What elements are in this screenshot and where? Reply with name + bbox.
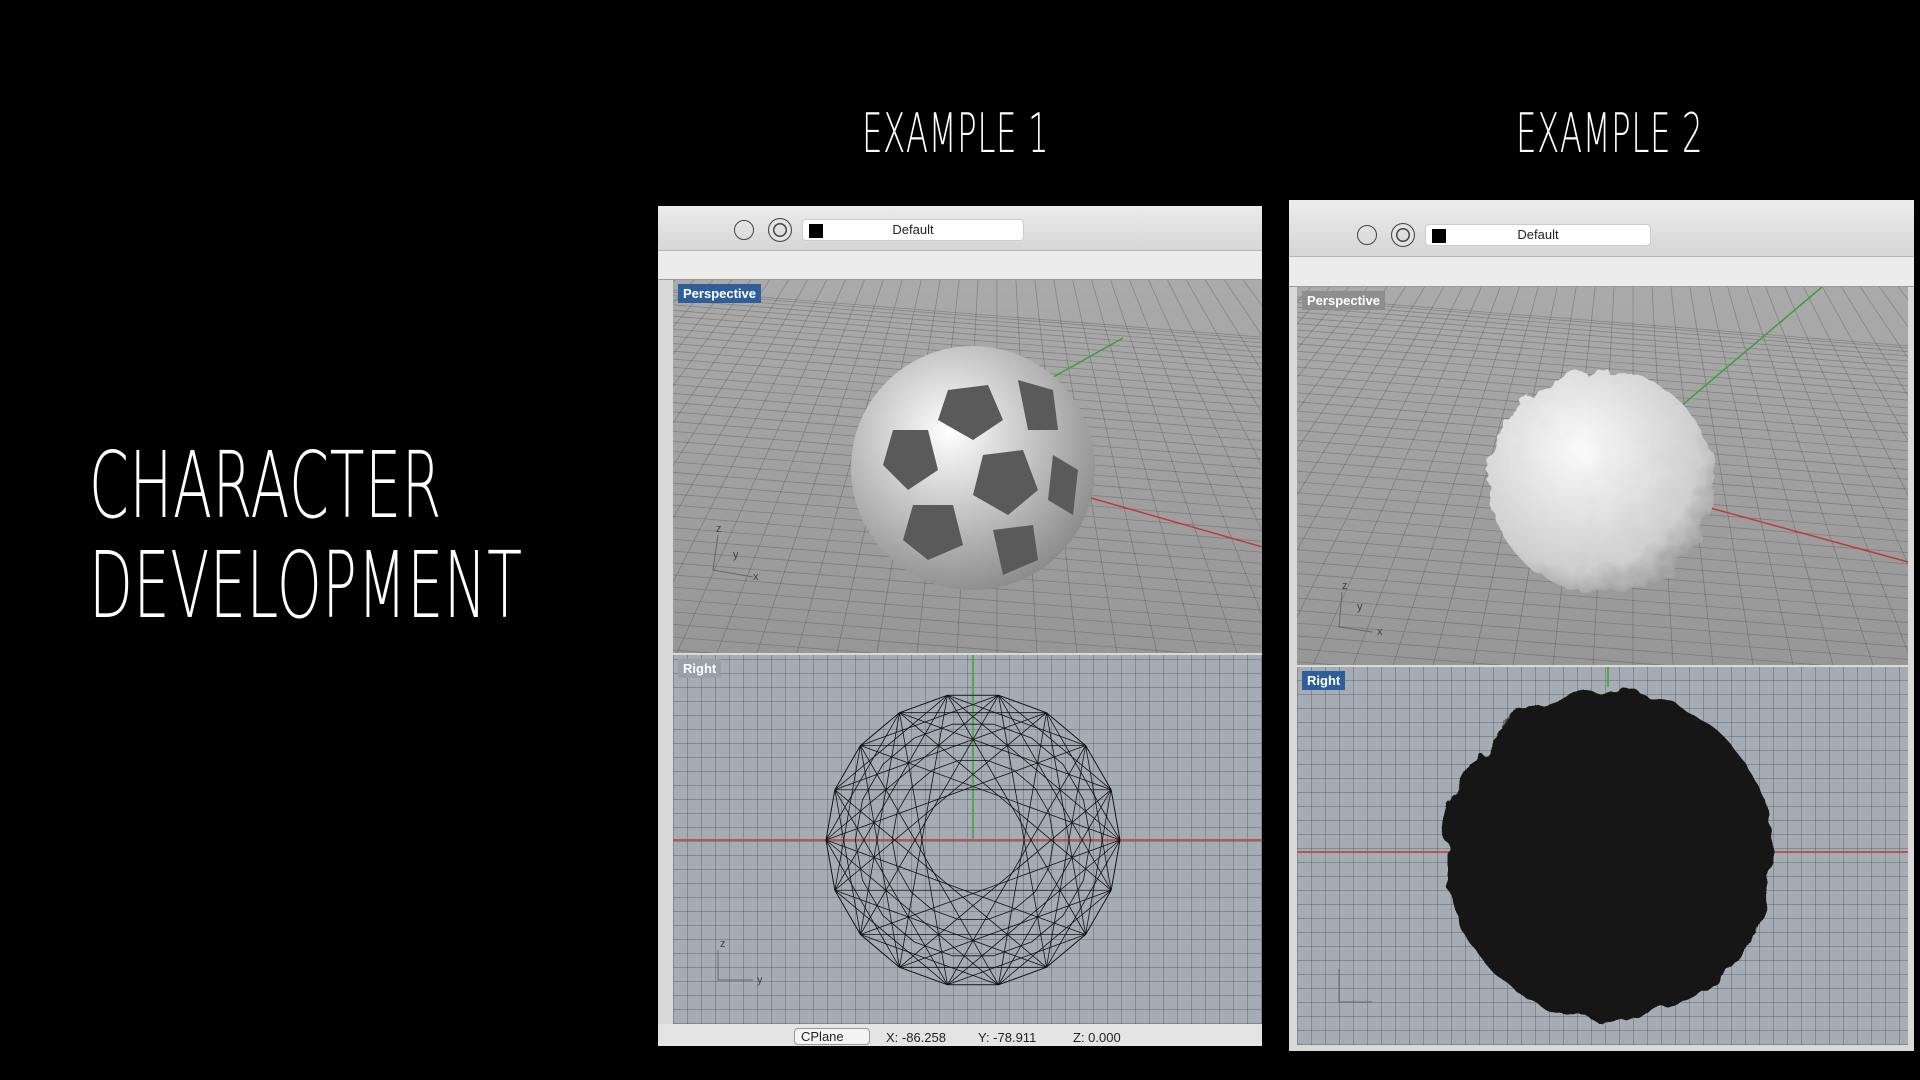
cplane-dropdown[interactable]: CPlane: [794, 1028, 870, 1045]
layer-color-swatch: [809, 224, 823, 238]
gizmo-z-label: z: [720, 938, 726, 950]
target-icon[interactable]: [768, 218, 792, 242]
gizmo-y-label: y: [757, 974, 763, 986]
scene: z y x: [673, 280, 1262, 653]
rhino-window-example-1: Default z y x Perspective z y Right CPla…: [658, 206, 1262, 1046]
right-viewport[interactable]: Right: [1297, 667, 1908, 1045]
viewport-label[interactable]: Perspective: [1302, 291, 1385, 310]
slide-title: CHARACTER DEVELOPMENT: [89, 436, 523, 636]
viewport-label[interactable]: Right: [1302, 671, 1346, 690]
gizmo-z-label: z: [1342, 580, 1348, 592]
title-line-1: CHARACTER: [89, 432, 443, 539]
gizmo-x-label: x: [753, 571, 759, 583]
mesh-scene: [1297, 667, 1908, 1020]
layer-name: Default: [1517, 227, 1559, 242]
title-line-2: DEVELOPMENT: [89, 532, 523, 639]
gizmo-z-label: z: [716, 523, 722, 535]
toolbar: Default: [1289, 200, 1914, 257]
target-icon[interactable]: [1391, 223, 1415, 247]
z-coordinate: Z: 0.000: [1073, 1030, 1121, 1045]
scene: z y x: [1297, 287, 1908, 665]
layer-dropdown[interactable]: Default: [802, 219, 1024, 241]
gizmo-y-label: y: [1357, 601, 1363, 613]
layer-name: Default: [892, 222, 934, 237]
axis-gizmo: [717, 950, 753, 981]
wireframe-scene: z y: [673, 655, 1262, 986]
viewport-label[interactable]: Perspective: [678, 284, 761, 303]
osnap-icon[interactable]: [734, 220, 754, 240]
x-coordinate: X: -86.258: [886, 1030, 946, 1045]
mesh-sphere: [1444, 690, 1774, 1020]
example-1-heading: EXAMPLE 1: [862, 102, 1050, 165]
gizmo-x-label: x: [1377, 626, 1383, 638]
gizmo-y-label: y: [733, 549, 739, 561]
organic-sphere: [1490, 370, 1714, 594]
viewport-label[interactable]: Right: [678, 659, 722, 678]
rhino-window-example-2: Default z y x Perspective Right: [1289, 200, 1914, 1051]
y-coordinate: Y: -78.911: [978, 1030, 1037, 1045]
perspective-viewport[interactable]: z y x Perspective: [1297, 287, 1908, 665]
axis-gizmo: [1338, 591, 1373, 633]
toolbar: Default: [658, 206, 1262, 251]
secondary-toolbar: [658, 251, 1262, 280]
osnap-icon[interactable]: [1357, 225, 1377, 245]
right-viewport[interactable]: z y Right: [673, 655, 1262, 1024]
perspective-viewport[interactable]: z y x Perspective: [673, 280, 1262, 653]
layer-dropdown[interactable]: Default: [1425, 224, 1651, 246]
status-bar: CPlane X: -86.258 Y: -78.911 Z: 0.000: [658, 1024, 1262, 1046]
example-2-heading: EXAMPLE 2: [1516, 102, 1704, 165]
axis-gizmo: [1338, 969, 1372, 1003]
secondary-toolbar: [1289, 257, 1914, 287]
layer-color-swatch: [1432, 229, 1446, 243]
